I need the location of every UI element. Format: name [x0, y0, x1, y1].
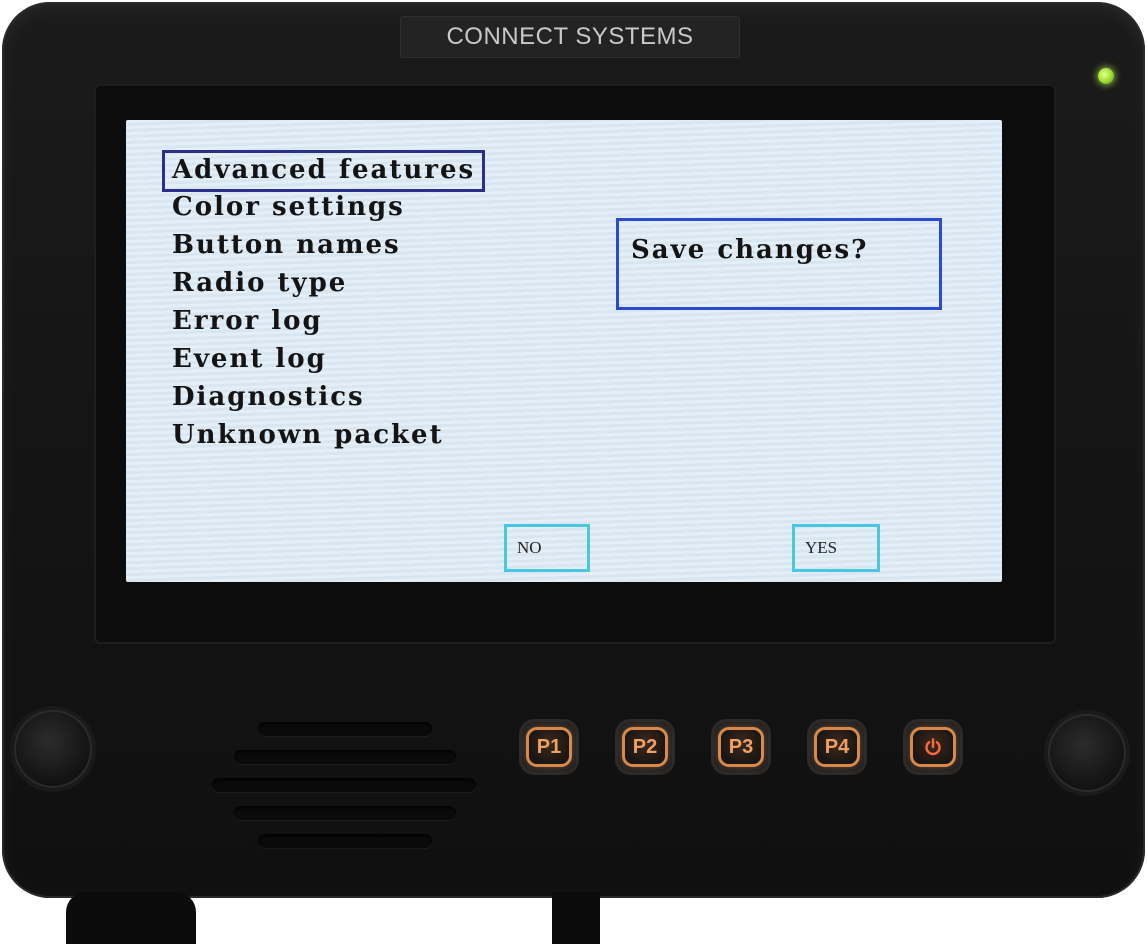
save-changes-dialog: Save changes?	[616, 218, 942, 310]
menu-item-diagnostics[interactable]: Diagnostics	[162, 378, 485, 416]
p2-key[interactable]: P2	[618, 722, 672, 772]
p4-key-label: P4	[817, 730, 857, 764]
brand-label: CONNECT SYSTEMS	[446, 23, 694, 50]
speaker-slot	[234, 750, 456, 764]
speaker-slot	[258, 834, 432, 848]
power-icon	[913, 730, 953, 764]
p3-key-label: P3	[721, 730, 761, 764]
right-knob[interactable]	[1048, 714, 1126, 792]
display-screen: Advanced features Color settings Button …	[126, 120, 1002, 582]
settings-menu: Advanced features Color settings Button …	[172, 150, 485, 454]
left-knob[interactable]	[14, 710, 92, 788]
dialog-message: Save changes?	[631, 235, 869, 265]
menu-item-advanced-features[interactable]: Advanced features	[162, 150, 485, 192]
p1-key-label: P1	[529, 730, 569, 764]
menu-item-color-settings[interactable]: Color settings	[162, 188, 485, 226]
power-key[interactable]	[906, 722, 960, 772]
no-button[interactable]: NO	[504, 524, 590, 572]
brand-plate: CONNECT SYSTEMS	[400, 16, 740, 58]
p2-key-label: P2	[625, 730, 665, 764]
menu-item-radio-type[interactable]: Radio type	[162, 264, 485, 302]
menu-item-unknown-packet[interactable]: Unknown packet	[162, 416, 485, 454]
speaker-slot	[234, 806, 456, 820]
speaker-grille	[212, 718, 482, 856]
menu-item-event-log[interactable]: Event log	[162, 340, 485, 378]
p3-key[interactable]: P3	[714, 722, 768, 772]
menu-item-error-log[interactable]: Error log	[162, 302, 485, 340]
yes-button[interactable]: YES	[792, 524, 880, 572]
speaker-slot	[212, 778, 476, 792]
cable-center	[552, 892, 600, 944]
status-led	[1098, 68, 1114, 84]
p1-key[interactable]: P1	[522, 722, 576, 772]
cable-left	[66, 892, 196, 944]
speaker-slot	[258, 722, 432, 736]
p4-key[interactable]: P4	[810, 722, 864, 772]
menu-item-button-names[interactable]: Button names	[162, 226, 485, 264]
